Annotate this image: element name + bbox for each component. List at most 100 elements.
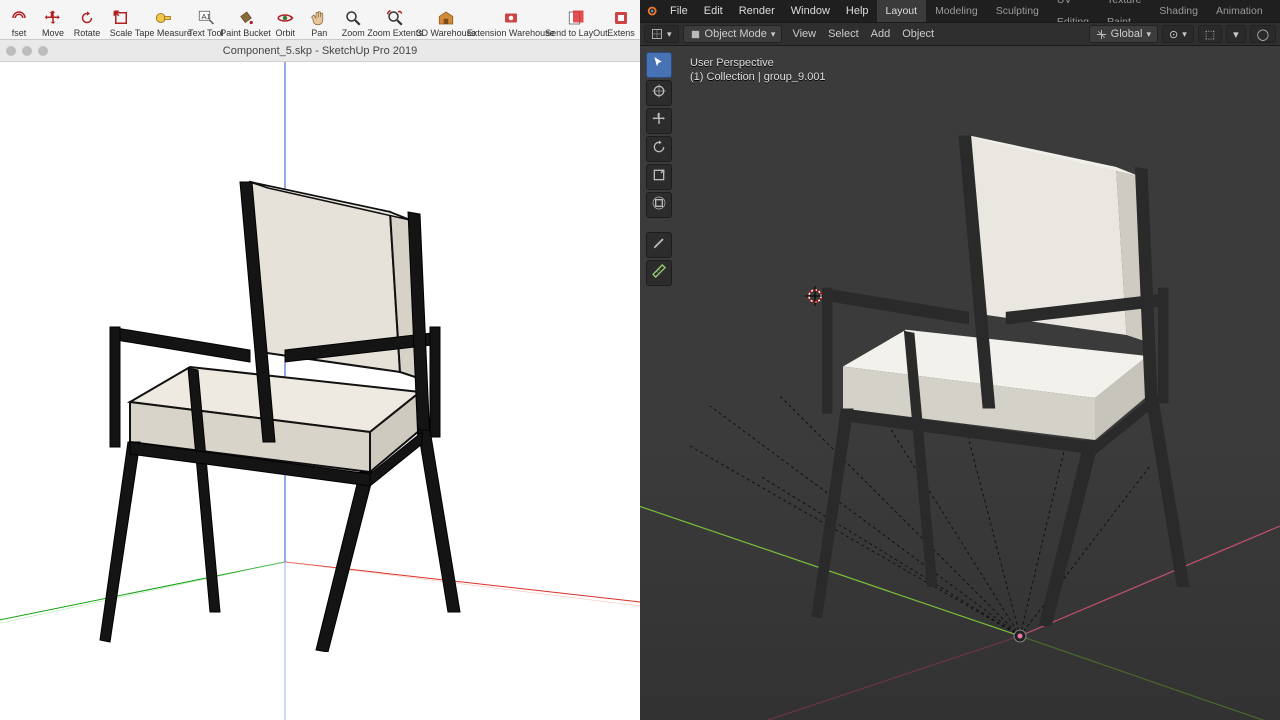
orbit-icon bbox=[276, 9, 294, 27]
tape-measure-tool[interactable]: Tape Measure bbox=[138, 7, 189, 39]
workspace-tab-layout[interactable]: Layout bbox=[877, 0, 927, 22]
measure-tool[interactable] bbox=[646, 260, 672, 286]
zoom-extents-tool[interactable]: Zoom Extents bbox=[370, 7, 420, 39]
viewport-header: ▾ Object Mode ▾ ViewSelectAddObject Glob… bbox=[640, 22, 1280, 46]
window-close-dot[interactable] bbox=[6, 46, 16, 56]
pivot-dropdown[interactable]: ⊙▾ bbox=[1162, 25, 1194, 43]
proportional-edit-toggle[interactable]: ◯ bbox=[1250, 25, 1276, 43]
tool-label: Tape Measure bbox=[135, 28, 192, 38]
workspace-tab-strip: LayoutModelingSculptingUV EditingTexture… bbox=[877, 0, 1280, 22]
text-tool[interactable]: A1Text Tool bbox=[189, 7, 223, 39]
paint-bucket-tool[interactable]: Paint Bucket bbox=[223, 7, 268, 39]
pan-tool[interactable]: Pan bbox=[302, 7, 336, 39]
offset-tool[interactable]: fset bbox=[2, 7, 36, 39]
sketchup-pane: fsetMoveRotateScaleTape MeasureA1Text To… bbox=[0, 0, 640, 720]
tool-label: Extens bbox=[607, 28, 635, 38]
text-icon: A1 bbox=[197, 9, 215, 27]
mode-label: Object Mode bbox=[705, 28, 767, 40]
sketchup-viewport[interactable] bbox=[0, 62, 640, 720]
workspace-tab-modeling[interactable]: Modeling bbox=[926, 0, 987, 22]
blender-pane: FileEditRenderWindowHelp LayoutModelingS… bbox=[640, 0, 1280, 720]
zoomx-icon bbox=[386, 9, 404, 27]
menu-window[interactable]: Window bbox=[783, 5, 838, 17]
crosshair-icon bbox=[651, 83, 667, 104]
sketchup-document-titlebar: Component_5.skp - SketchUp Pro 2019 bbox=[0, 40, 640, 62]
overlay-perspective-label: User Perspective bbox=[690, 56, 826, 70]
tool-label: Send to LayOut bbox=[545, 28, 608, 38]
select-box-tool[interactable] bbox=[646, 52, 672, 78]
workspace-tab-texture-paint[interactable]: Texture Paint bbox=[1098, 0, 1150, 22]
viewport-overlay-text: User Perspective (1) Collection | group_… bbox=[690, 56, 826, 85]
send-to-layout-tool[interactable]: Send to LayOut bbox=[549, 7, 604, 39]
tool-label: fset bbox=[12, 28, 27, 38]
tool-label: Zoom bbox=[342, 28, 365, 38]
layout-icon bbox=[567, 9, 585, 27]
window-minimize-dot[interactable] bbox=[22, 46, 32, 56]
tool-label: Paint Bucket bbox=[220, 28, 271, 38]
warehouse-icon bbox=[437, 9, 455, 27]
scale-tool[interactable] bbox=[646, 164, 672, 190]
tool-label: Extension Warehouse bbox=[467, 28, 555, 38]
rotate-icon bbox=[78, 9, 96, 27]
workspace-tab-animation[interactable]: Animation bbox=[1207, 0, 1272, 22]
blender-tool-shelf bbox=[646, 52, 672, 286]
transform-icon bbox=[651, 195, 667, 216]
window-traffic-lights[interactable] bbox=[6, 46, 48, 56]
mode-dropdown[interactable]: Object Mode ▾ bbox=[683, 25, 783, 43]
cursor-tool[interactable] bbox=[646, 80, 672, 106]
workspace-tab-sculpting[interactable]: Sculpting bbox=[987, 0, 1048, 22]
orientation-dropdown[interactable]: Global ▾ bbox=[1089, 25, 1158, 43]
scale-icon bbox=[112, 9, 130, 27]
header-menu-view[interactable]: View bbox=[786, 28, 822, 40]
tool-label: Pan bbox=[311, 28, 327, 38]
editor-type-dropdown[interactable]: ▾ bbox=[644, 25, 679, 43]
menu-help[interactable]: Help bbox=[838, 5, 877, 17]
header-menu-add[interactable]: Add bbox=[865, 28, 897, 40]
blender-logo-icon bbox=[640, 4, 662, 18]
rotate-tool[interactable] bbox=[646, 136, 672, 162]
blender-viewport[interactable]: User Perspective (1) Collection | group_… bbox=[640, 46, 1280, 720]
zoom-icon bbox=[344, 9, 362, 27]
rotate-tool[interactable]: Rotate bbox=[70, 7, 104, 39]
bucket-icon bbox=[237, 9, 255, 27]
blender-menubar: FileEditRenderWindowHelp LayoutModelingS… bbox=[640, 0, 1280, 22]
workspace-tab-shading[interactable]: Shading bbox=[1150, 0, 1207, 22]
snap-toggle[interactable]: ⬚ bbox=[1198, 25, 1222, 43]
menu-edit[interactable]: Edit bbox=[696, 5, 731, 17]
tool-label: Scale bbox=[110, 28, 133, 38]
move-icon bbox=[44, 9, 62, 27]
tool-label: Text Tool bbox=[188, 28, 223, 38]
rot-icon bbox=[651, 139, 667, 160]
transform-tool[interactable] bbox=[646, 192, 672, 218]
cursor-icon bbox=[651, 55, 667, 76]
tool-label: Rotate bbox=[74, 28, 101, 38]
annotate-tool[interactable] bbox=[646, 232, 672, 258]
scale-tool[interactable]: Scale bbox=[104, 7, 138, 39]
menu-file[interactable]: File bbox=[662, 5, 696, 17]
zoom-tool[interactable]: Zoom bbox=[336, 7, 370, 39]
move-tool[interactable] bbox=[646, 108, 672, 134]
move-tool[interactable]: Move bbox=[36, 7, 70, 39]
window-zoom-dot[interactable] bbox=[38, 46, 48, 56]
extn-icon bbox=[612, 9, 630, 27]
workspace-tab-rendering[interactable]: Rendering bbox=[1272, 0, 1280, 22]
ext-icon bbox=[502, 9, 520, 27]
tool-label: Move bbox=[42, 28, 64, 38]
header-menu-object[interactable]: Object bbox=[896, 28, 940, 40]
extensions-tool[interactable]: Extens bbox=[604, 7, 638, 39]
workspace-tab-uv-editing[interactable]: UV Editing bbox=[1048, 0, 1098, 22]
snap-dropdown[interactable]: ▾ bbox=[1226, 25, 1246, 43]
tape-icon bbox=[154, 9, 172, 27]
tool-label: Zoom Extents bbox=[367, 28, 423, 38]
move4-icon bbox=[651, 111, 667, 132]
offset-icon bbox=[10, 9, 28, 27]
extension-warehouse-tool[interactable]: Extension Warehouse bbox=[473, 7, 549, 39]
3d-warehouse-tool[interactable]: 3D Warehouse bbox=[420, 7, 473, 39]
document-title: Component_5.skp - SketchUp Pro 2019 bbox=[223, 45, 417, 57]
pen-icon bbox=[651, 235, 667, 256]
menu-render[interactable]: Render bbox=[731, 5, 783, 17]
overlay-collection-label: (1) Collection | group_9.001 bbox=[690, 70, 826, 84]
orbit-tool[interactable]: Orbit bbox=[268, 7, 302, 39]
tool-label: Orbit bbox=[275, 28, 295, 38]
header-menu-select[interactable]: Select bbox=[822, 28, 865, 40]
